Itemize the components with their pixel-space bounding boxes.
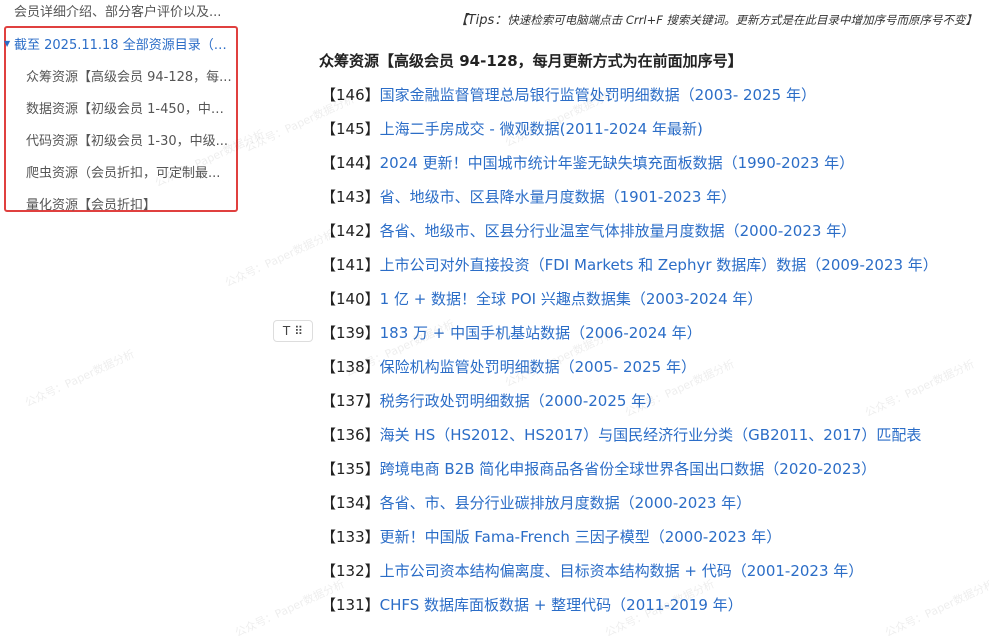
caret-down-icon[interactable]: ▼ bbox=[4, 39, 12, 48]
resource-link[interactable]: 各省、地级市、区县分行业温室气体排放量月度数据（2000-2023 年） bbox=[380, 222, 857, 240]
resource-number: 【142】 bbox=[321, 222, 380, 240]
toc-heading-label: 截至 2025.11.18 全部资源目录（持... bbox=[14, 38, 236, 53]
resource-row: 【140】1 亿 + 数据！全球 POI 兴趣点数据集（2003-2024 年） bbox=[321, 288, 762, 309]
resource-row: 【132】上市公司资本结构偏离度、目标资本结构数据 + 代码（2001-2023… bbox=[321, 560, 863, 581]
resource-number: 【143】 bbox=[321, 188, 380, 206]
resource-row: 【145】上海二手房成交 - 微观数据(2011-2024 年最新) bbox=[321, 118, 703, 139]
resource-link[interactable]: 保险机构监管处罚明细数据（2005- 2025 年） bbox=[380, 358, 696, 376]
watermark-text: 公众号：Paper数据分析 bbox=[863, 357, 977, 420]
resource-row: 【136】海关 HS（HS2012、HS2017）与国民经济行业分类（GB201… bbox=[321, 424, 921, 445]
sidebar-item-quant[interactable]: 量化资源【会员折扣】 bbox=[26, 194, 236, 213]
resource-row: 【144】2024 更新！中国城市统计年鉴无缺失填充面板数据（1990-2023… bbox=[321, 152, 854, 173]
tips-label: 【Tips： bbox=[454, 13, 508, 28]
sidebar-toc: 会员详细介绍、部分客户评价以及... ▼ 截至 2025.11.18 全部资源目… bbox=[0, 0, 250, 614]
resource-number: 【136】 bbox=[321, 426, 380, 444]
drag-handle-icon[interactable]: ⠿ bbox=[294, 324, 303, 338]
resource-row: 【143】省、地级市、区县降水量月度数据（1901-2023 年） bbox=[321, 186, 736, 207]
resource-link[interactable]: CHFS 数据库面板数据 + 整理代码（2011-2019 年） bbox=[380, 596, 743, 614]
resource-number: 【138】 bbox=[321, 358, 380, 376]
resource-number: 【140】 bbox=[321, 290, 380, 308]
resource-row: 【141】上市公司对外直接投资（FDI Markets 和 Zephyr 数据库… bbox=[321, 254, 938, 275]
resource-row: 【134】各省、市、县分行业碳排放月度数据（2000-2023 年） bbox=[321, 492, 751, 513]
resource-number: 【144】 bbox=[321, 154, 380, 172]
resource-row: 【133】更新！中国版 Fama-French 三因子模型（2000-2023 … bbox=[321, 526, 781, 547]
resource-link[interactable]: 上海二手房成交 - 微观数据(2011-2024 年最新) bbox=[380, 120, 703, 138]
resource-link[interactable]: 上市公司对外直接投资（FDI Markets 和 Zephyr 数据库）数据（2… bbox=[380, 256, 938, 274]
tips-body: 快速检索可电脑端点击 Crrl+F 搜索关键词。更新方式是在此目录中增加序号而原… bbox=[507, 13, 977, 27]
sidebar-item-member-intro[interactable]: 会员详细介绍、部分客户评价以及... bbox=[14, 1, 239, 20]
resource-number: 【133】 bbox=[321, 528, 380, 546]
resource-link[interactable]: 1 亿 + 数据！全球 POI 兴趣点数据集（2003-2024 年） bbox=[380, 290, 763, 308]
resource-number: 【131】 bbox=[321, 596, 380, 614]
resource-row: 【137】税务行政处罚明细数据（2000-2025 年） bbox=[321, 390, 661, 411]
resource-number: 【141】 bbox=[321, 256, 380, 274]
toc-heading[interactable]: ▼ 截至 2025.11.18 全部资源目录（持... bbox=[4, 34, 236, 53]
resource-link[interactable]: 2024 更新！中国城市统计年鉴无缺失填充面板数据（1990-2023 年） bbox=[380, 154, 854, 172]
resource-link[interactable]: 上市公司资本结构偏离度、目标资本结构数据 + 代码（2001-2023 年） bbox=[380, 562, 864, 580]
resource-link[interactable]: 省、地级市、区县降水量月度数据（1901-2023 年） bbox=[380, 188, 737, 206]
sidebar-item-code[interactable]: 代码资源【初级会员 1-30，中级... bbox=[26, 130, 236, 149]
resource-number: 【139】 bbox=[321, 324, 380, 342]
resource-link[interactable]: 跨境电商 B2B 简化申报商品各省份全球世界各国出口数据（2020-2023） bbox=[380, 460, 876, 478]
resource-row: 【135】跨境电商 B2B 简化申报商品各省份全球世界各国出口数据（2020-2… bbox=[321, 458, 876, 479]
resource-link[interactable]: 更新！中国版 Fama-French 三因子模型（2000-2023 年） bbox=[380, 528, 782, 546]
resource-number: 【134】 bbox=[321, 494, 380, 512]
resource-link[interactable]: 各省、市、县分行业碳排放月度数据（2000-2023 年） bbox=[380, 494, 752, 512]
resource-row: 【131】CHFS 数据库面板数据 + 整理代码（2011-2019 年） bbox=[321, 594, 743, 615]
resource-row: 【139】183 万 + 中国手机基站数据（2006-2024 年） bbox=[321, 322, 702, 343]
resource-link[interactable]: 183 万 + 中国手机基站数据（2006-2024 年） bbox=[380, 324, 702, 342]
resource-link[interactable]: 海关 HS（HS2012、HS2017）与国民经济行业分类（GB2011、201… bbox=[380, 426, 922, 444]
resource-row: 【138】保险机构监管处罚明细数据（2005- 2025 年） bbox=[321, 356, 696, 377]
section-title: 众筹资源【高级会员 94-128，每月更新方式为在前面加序号】 bbox=[319, 52, 743, 70]
block-toolbar[interactable]: T ⠿ bbox=[273, 320, 313, 342]
resource-number: 【145】 bbox=[321, 120, 380, 138]
resource-link[interactable]: 税务行政处罚明细数据（2000-2025 年） bbox=[380, 392, 662, 410]
toc-highlight-box: ▼ 截至 2025.11.18 全部资源目录（持... 众筹资源【高级会员 94… bbox=[4, 26, 238, 213]
text-type-icon[interactable]: T bbox=[283, 324, 290, 338]
tips-banner: 【Tips：快速检索可电脑端点击 Crrl+F 搜索关键词。更新方式是在此目录中… bbox=[455, 9, 977, 28]
resource-number: 【146】 bbox=[321, 86, 380, 104]
resource-number: 【137】 bbox=[321, 392, 380, 410]
resource-link[interactable]: 国家金融监督管理总局银行监管处罚明细数据（2003- 2025 年） bbox=[380, 86, 816, 104]
resource-row: 【142】各省、地级市、区县分行业温室气体排放量月度数据（2000-2023 年… bbox=[321, 220, 856, 241]
sidebar-item-crowdfunding[interactable]: 众筹资源【高级会员 94-128，每... bbox=[26, 66, 236, 85]
sidebar-item-data[interactable]: 数据资源【初级会员 1-450，中级... bbox=[26, 98, 236, 117]
watermark-text: 公众号：Paper数据分析 bbox=[883, 577, 989, 640]
resource-row: 【146】国家金融监督管理总局银行监管处罚明细数据（2003- 2025 年） bbox=[321, 84, 816, 105]
sidebar-item-crawler[interactable]: 爬虫资源（会员折扣，可定制最... bbox=[26, 162, 236, 181]
resource-number: 【135】 bbox=[321, 460, 380, 478]
resource-number: 【132】 bbox=[321, 562, 380, 580]
